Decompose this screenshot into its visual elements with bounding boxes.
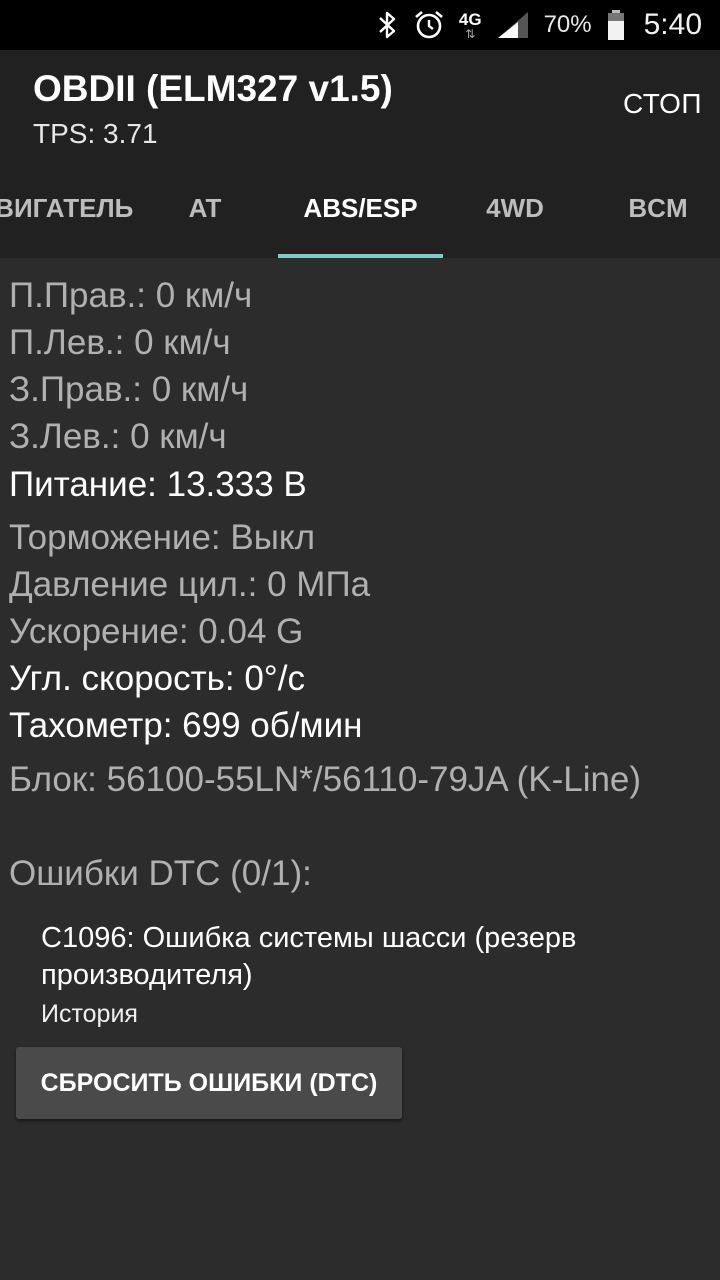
tab-abs-esp[interactable]: ABS/ESP xyxy=(278,158,443,258)
cylinder-pressure: Давление цил.: 0 МПа xyxy=(9,565,371,604)
tab-4wd[interactable]: 4WD xyxy=(465,158,565,258)
alarm-icon xyxy=(413,9,445,41)
battery-icon xyxy=(606,9,626,41)
tab-at[interactable]: AT xyxy=(155,158,255,258)
tab-bcm[interactable]: BCM xyxy=(608,158,708,258)
clock: 5:40 xyxy=(643,8,702,41)
stop-button[interactable]: СТОП xyxy=(623,88,702,120)
app-bar: OBDII (ELM327 v1.5) TPS: 3.71 СТОП xyxy=(0,50,720,158)
network-label: 4G xyxy=(458,9,482,29)
tab-engine[interactable]: ДВИГАТЕЛЬ xyxy=(0,158,133,258)
bluetooth-icon xyxy=(377,10,399,40)
dtc-status: История xyxy=(41,1000,138,1028)
data-arrows-icon: ⇅ xyxy=(465,26,476,41)
abs-esp-panel: П.Прав.: 0 км/ч П.Лев.: 0 км/ч З.Прав.: … xyxy=(0,258,720,1280)
power-voltage: Питание: 13.333 В xyxy=(9,465,307,504)
acceleration: Ускорение: 0.04 G xyxy=(9,612,304,651)
tps-readout: TPS: 3.71 xyxy=(33,118,158,149)
dtc-description: C1096: Ошибка системы шасси (резерв прои… xyxy=(41,922,577,991)
tachometer: Тахометр: 699 об/мин xyxy=(9,706,363,745)
battery-percent: 70% xyxy=(543,11,592,38)
rear-right-wheel-speed: З.Прав.: 0 км/ч xyxy=(9,370,249,409)
yaw-rate: Угл. скорость: 0°/с xyxy=(9,659,306,698)
dtc-item: C1096: Ошибка системы шасси (резерв прои… xyxy=(41,920,701,1029)
tab-bar: ДВИГАТЕЛЬ AT ABS/ESP 4WD BCM xyxy=(0,158,720,258)
network-4g-icon: 4G ⇅ xyxy=(459,11,482,40)
dtc-header: Ошибки DTC (0/1): xyxy=(9,854,312,893)
signal-icon xyxy=(496,10,530,40)
reset-dtc-button[interactable]: СБРОСИТЬ ОШИБКИ (DTC) xyxy=(16,1047,402,1119)
rear-left-wheel-speed: З.Лев.: 0 км/ч xyxy=(9,417,227,456)
app-title: OBDII (ELM327 v1.5) xyxy=(33,68,393,109)
status-bar: 4G ⇅ 70% 5:40 xyxy=(0,0,720,50)
module-id: Блок: 56100-55LN*/56110-79JA (K-Line) xyxy=(9,760,642,799)
braking-status: Торможение: Выкл xyxy=(9,518,316,557)
front-right-wheel-speed: П.Прав.: 0 км/ч xyxy=(9,276,253,315)
front-left-wheel-speed: П.Лев.: 0 км/ч xyxy=(9,323,231,362)
